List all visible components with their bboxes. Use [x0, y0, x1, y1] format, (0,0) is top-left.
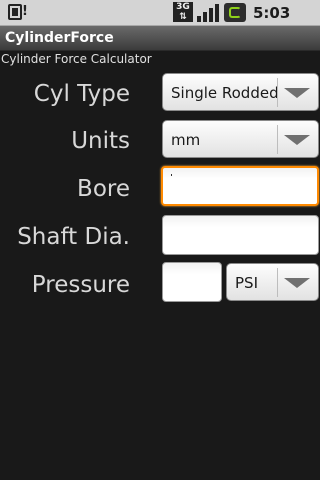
- network-type-label: 3G: [176, 2, 190, 12]
- sd-card-warning-icon: [8, 4, 28, 20]
- chevron-down-icon: [277, 268, 316, 297]
- app-title: CylinderForce: [5, 30, 114, 46]
- chevron-down-icon: [277, 78, 316, 107]
- battery-charging-icon: [224, 3, 246, 22]
- pressure-unit-selected: PSI: [235, 274, 258, 292]
- app-title-bar: CylinderForce: [0, 26, 320, 51]
- units-label: Units: [71, 128, 130, 154]
- page-subtitle: Cylinder Force Calculator: [1, 52, 152, 66]
- units-spinner[interactable]: mm: [162, 120, 319, 158]
- cyl-type-spinner[interactable]: Single Rodded: [162, 73, 319, 111]
- pressure-input[interactable]: [162, 262, 222, 302]
- signal-bars-icon: [196, 3, 220, 22]
- pressure-unit-spinner[interactable]: PSI: [226, 263, 319, 301]
- shaft-dia-input[interactable]: [162, 215, 319, 255]
- cyl-type-label: Cyl Type: [33, 81, 130, 107]
- bore-input[interactable]: [161, 166, 319, 206]
- text-cursor: [171, 174, 172, 176]
- chevron-down-icon: [277, 125, 316, 154]
- status-bar: 3G ⇅ 5:03 PM: [0, 0, 320, 44]
- network-arrows-icon: ⇅: [179, 12, 187, 22]
- network-3g-icon: 3G ⇅: [173, 2, 193, 22]
- shaft-dia-label: Shaft Dia.: [17, 224, 130, 250]
- units-selected: mm: [171, 131, 201, 149]
- bore-label: Bore: [77, 176, 130, 202]
- cyl-type-selected: Single Rodded: [171, 84, 279, 102]
- pressure-label: Pressure: [31, 272, 130, 298]
